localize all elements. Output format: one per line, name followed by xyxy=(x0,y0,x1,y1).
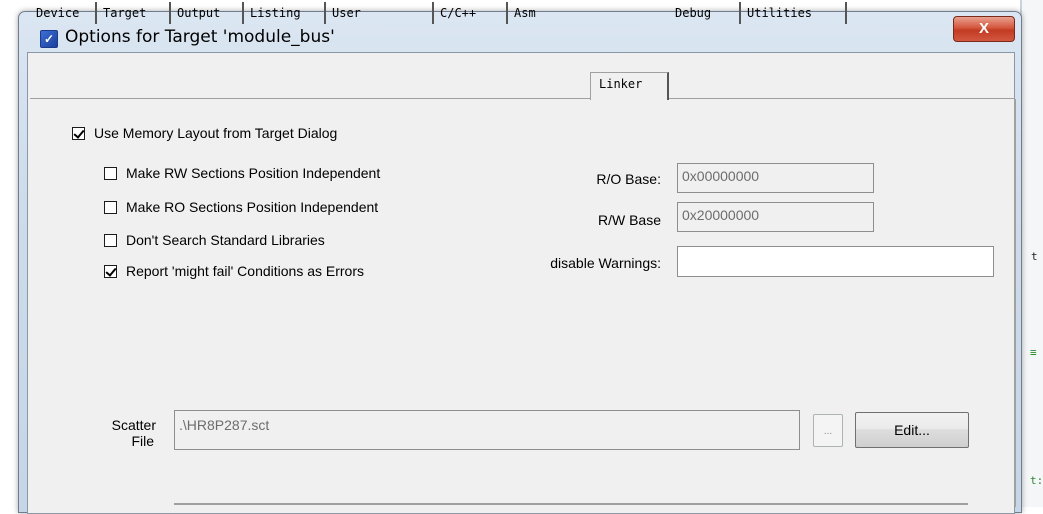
tab-linker[interactable]: Linker xyxy=(590,72,669,100)
dont-search-libraries-checkbox[interactable] xyxy=(104,233,117,247)
report-might-fail-option[interactable]: Report 'might fail' Conditions as Errors xyxy=(104,262,364,280)
background-text: t: xyxy=(1030,474,1043,487)
ro-base-label: R/O Base: xyxy=(596,171,661,187)
dont-search-libraries-option[interactable]: Don't Search Standard Libraries xyxy=(104,231,325,249)
use-memory-layout-option[interactable]: Use Memory Layout from Target Dialog xyxy=(72,124,337,142)
ro-position-independent-option[interactable]: Make RO Sections Position Independent xyxy=(104,198,378,216)
ro-base-field[interactable]: 0x00000000 xyxy=(677,163,874,193)
edit-scatter-button[interactable]: Edit... xyxy=(855,412,969,448)
report-might-fail-label: Report 'might fail' Conditions as Errors xyxy=(126,263,364,279)
use-memory-layout-checkbox[interactable] xyxy=(72,126,85,140)
tab-target[interactable]: Target xyxy=(97,2,171,24)
tab-divider xyxy=(30,98,1015,99)
rw-position-independent-option[interactable]: Make RW Sections Position Independent xyxy=(104,164,380,182)
tab-listing[interactable]: Listing xyxy=(244,2,326,24)
keil-uvision-icon: ✓ xyxy=(40,30,58,48)
scatter-file-label-line1: Scatter xyxy=(111,417,156,433)
scatter-file-label-line2: File xyxy=(131,433,154,449)
report-might-fail-checkbox[interactable] xyxy=(104,264,117,278)
scatter-file-label: Scatter File xyxy=(90,417,156,449)
ro-position-independent-checkbox[interactable] xyxy=(104,200,117,214)
disable-warnings-input[interactable] xyxy=(677,246,994,277)
tab-asm[interactable]: Asm xyxy=(508,2,590,24)
panel-border xyxy=(1014,99,1016,507)
scatter-browse-button[interactable]: ... xyxy=(813,414,843,447)
rw-position-independent-checkbox[interactable] xyxy=(104,166,117,180)
rw-base-label: R/W Base xyxy=(597,212,661,228)
rw-position-independent-label: Make RW Sections Position Independent xyxy=(126,165,381,181)
tab-debug[interactable]: Debug xyxy=(669,2,741,24)
use-memory-layout-label: Use Memory Layout from Target Dialog xyxy=(94,125,338,141)
ro-position-independent-label: Make RO Sections Position Independent xyxy=(126,199,379,215)
scatter-file-field[interactable]: .\HR8P287.sct xyxy=(174,410,800,450)
background-text: t xyxy=(1031,250,1038,263)
tab-cc[interactable]: C/C++ xyxy=(434,2,508,24)
tab-output[interactable]: Output xyxy=(171,2,244,24)
background-text: ≡ xyxy=(1030,346,1037,359)
dont-search-libraries-label: Don't Search Standard Libraries xyxy=(126,232,325,248)
next-field-edge xyxy=(174,503,968,505)
disable-warnings-label: disable Warnings: xyxy=(550,255,661,271)
window-title: Options for Target 'module_bus' xyxy=(65,27,335,47)
rw-base-field[interactable]: 0x20000000 xyxy=(677,202,874,232)
tab-utilities[interactable]: Utilities xyxy=(741,2,847,24)
tab-device[interactable]: Device xyxy=(30,2,97,24)
tab-user[interactable]: User xyxy=(326,2,434,24)
close-button[interactable]: X xyxy=(953,16,1015,42)
